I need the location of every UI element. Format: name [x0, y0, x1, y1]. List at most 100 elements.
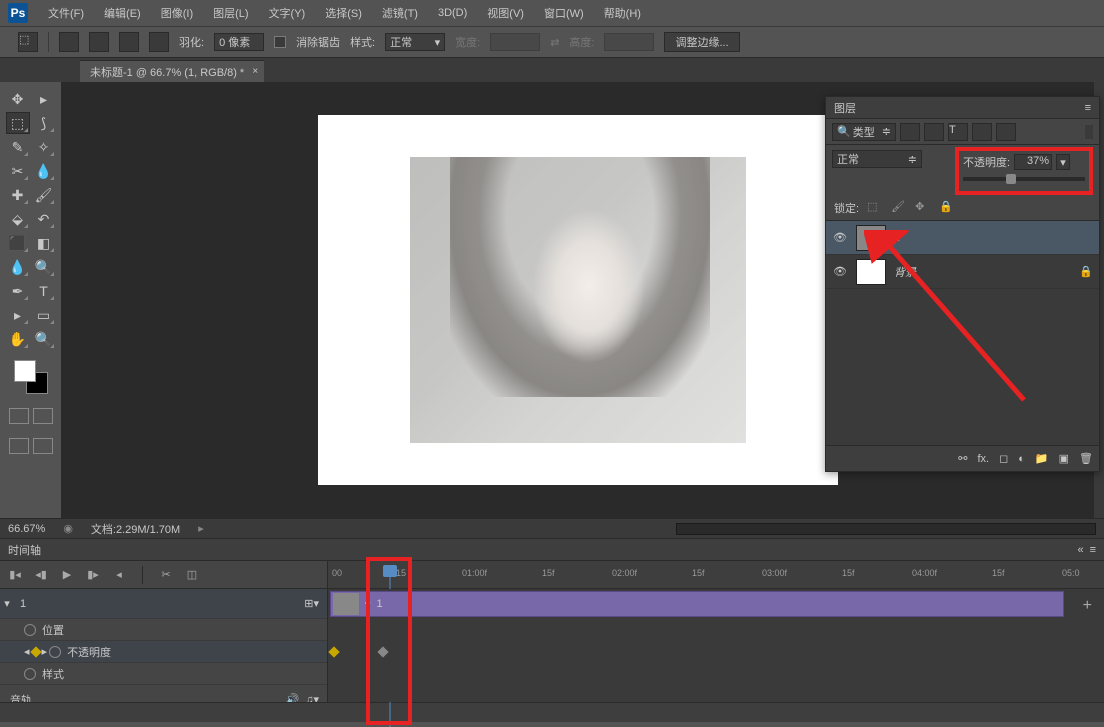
zoom-level[interactable]: 66.67%: [8, 523, 45, 535]
opacity-keyframe-track[interactable]: [328, 641, 1104, 663]
style-dropdown[interactable]: 正常▾: [385, 33, 445, 51]
play-button[interactable]: ▶: [60, 568, 74, 582]
screen-mode-2-icon[interactable]: [33, 438, 53, 454]
delete-layer-icon[interactable]: 🗑: [1079, 452, 1093, 465]
menu-edit[interactable]: 编辑(E): [96, 2, 149, 24]
layer-mask-icon[interactable]: ◻: [999, 452, 1008, 465]
lock-all-icon[interactable]: 🔒: [939, 200, 955, 216]
playhead[interactable]: [383, 565, 397, 577]
property-style-row[interactable]: 样式: [0, 663, 327, 685]
menu-type[interactable]: 文字(Y): [261, 2, 314, 24]
stopwatch-icon[interactable]: [49, 646, 61, 658]
filter-adjust-icon[interactable]: [924, 123, 944, 141]
timeline-track-area[interactable]: ▾ 1 +: [328, 589, 1104, 702]
menu-layer[interactable]: 图层(L): [205, 2, 256, 24]
menu-view[interactable]: 视图(V): [479, 2, 532, 24]
menu-window[interactable]: 窗口(W): [536, 2, 592, 24]
menu-3d[interactable]: 3D(D): [430, 4, 475, 22]
clip-expand-icon[interactable]: ▾: [359, 598, 377, 611]
filter-smart-icon[interactable]: [996, 123, 1016, 141]
panel-menu-icon[interactable]: ≡: [1090, 544, 1096, 556]
pen-tool[interactable]: ✒: [6, 280, 30, 302]
screen-mode-icon[interactable]: [9, 438, 29, 454]
blur-tool[interactable]: 💧: [6, 256, 30, 278]
quick-select-tool[interactable]: ✎: [6, 136, 30, 158]
filter-shape-icon[interactable]: [972, 123, 992, 141]
standard-mode-icon[interactable]: [9, 408, 29, 424]
crop-tool[interactable]: ✂: [6, 160, 30, 182]
quickmask-mode-icon[interactable]: [33, 408, 53, 424]
menu-filter[interactable]: 滤镜(T): [374, 2, 426, 24]
visibility-icon[interactable]: 👁: [832, 231, 848, 244]
brush-tool[interactable]: 🖌: [32, 184, 56, 206]
color-swatches[interactable]: [14, 360, 48, 394]
opacity-slider[interactable]: [963, 177, 1085, 181]
layer-thumbnail[interactable]: [856, 225, 886, 251]
lasso-tool[interactable]: ⟆: [32, 112, 56, 134]
document-tab[interactable]: 未标题-1 @ 66.7% (1, RGB/8) * ×: [80, 60, 264, 82]
menu-image[interactable]: 图像(I): [153, 2, 201, 24]
prev-frame-button[interactable]: ◂▮: [34, 568, 48, 582]
add-media-button[interactable]: +: [1083, 597, 1092, 615]
filter-type-icon[interactable]: T: [948, 123, 968, 141]
layers-tab-title[interactable]: 图层: [834, 100, 856, 116]
doc-indicator-icon[interactable]: ◉: [63, 522, 73, 535]
close-tab-icon[interactable]: ×: [252, 66, 258, 77]
opacity-input[interactable]: 37%: [1014, 154, 1052, 170]
antialias-checkbox[interactable]: [274, 36, 286, 48]
gradient-tool[interactable]: ◧: [32, 232, 56, 254]
marquee-tool[interactable]: ⬚: [6, 112, 30, 134]
lock-transparent-icon[interactable]: ⬚: [867, 200, 883, 216]
refine-edge-button[interactable]: 调整边缘...: [664, 32, 739, 52]
type-tool[interactable]: T: [32, 280, 56, 302]
filter-toggle[interactable]: [1085, 125, 1093, 139]
eraser-tool[interactable]: ⬛: [6, 232, 30, 254]
transition-button[interactable]: ◫: [185, 568, 199, 582]
artboard-tool[interactable]: ▸: [32, 88, 56, 110]
panel-collapse-icon[interactable]: «: [1077, 544, 1083, 556]
zoom-tool[interactable]: 🔍: [32, 328, 56, 350]
layer-name[interactable]: 1: [894, 232, 1093, 244]
audio-mute-button[interactable]: ◂: [112, 568, 126, 582]
history-brush-tool[interactable]: ↶: [32, 208, 56, 230]
intersect-selection-icon[interactable]: [149, 32, 169, 52]
dodge-tool[interactable]: 🔍: [32, 256, 56, 278]
menu-file[interactable]: 文件(F): [40, 2, 92, 24]
layer-group-icon[interactable]: 📁: [1035, 452, 1049, 465]
layer-name[interactable]: 背景: [894, 264, 1079, 280]
split-clip-button[interactable]: ✂: [159, 568, 173, 582]
property-opacity-row[interactable]: ◂▸ 不透明度: [0, 641, 327, 663]
opacity-dropdown-icon[interactable]: ▾: [1056, 154, 1070, 170]
goto-first-frame-button[interactable]: ▮◂: [8, 568, 22, 582]
track-options-icon[interactable]: ⊞▾: [304, 597, 319, 610]
shape-tool[interactable]: ▭: [32, 304, 56, 326]
next-keyframe-icon[interactable]: ▸: [42, 645, 48, 658]
timeline-ruler[interactable]: 00 15 01:00f 15f 02:00f 15f 03:00f 15f 0…: [328, 561, 1104, 588]
new-layer-icon[interactable]: ▣: [1059, 452, 1069, 465]
slider-thumb[interactable]: [1006, 174, 1016, 184]
adjustment-layer-icon[interactable]: ◐: [1018, 453, 1025, 465]
layer-thumbnail[interactable]: [856, 259, 886, 285]
new-selection-icon[interactable]: [59, 32, 79, 52]
stopwatch-icon[interactable]: [24, 624, 36, 636]
lock-image-icon[interactable]: 🖌: [891, 200, 907, 216]
eyedropper-tool[interactable]: 💧: [32, 160, 56, 182]
blend-mode-dropdown[interactable]: 正常≑: [832, 150, 922, 168]
path-select-tool[interactable]: ▸: [6, 304, 30, 326]
healing-tool[interactable]: ✚: [6, 184, 30, 206]
magic-wand-tool[interactable]: ✧: [32, 136, 56, 158]
tool-preset-icon[interactable]: ⬚: [18, 32, 38, 52]
menu-help[interactable]: 帮助(H): [596, 2, 649, 24]
feather-input[interactable]: 0 像素: [214, 33, 264, 51]
expand-icon[interactable]: ▾: [0, 597, 14, 610]
keyframe-marker[interactable]: [328, 646, 339, 657]
video-clip[interactable]: ▾ 1: [330, 591, 1064, 617]
layer-filter-dropdown[interactable]: 🔍类型≑: [832, 123, 896, 141]
keyframe-marker[interactable]: [377, 646, 388, 657]
panel-menu-icon[interactable]: ≡: [1085, 102, 1091, 114]
clone-tool[interactable]: ⬙: [6, 208, 30, 230]
visibility-icon[interactable]: 👁: [832, 265, 848, 278]
add-selection-icon[interactable]: [89, 32, 109, 52]
lock-position-icon[interactable]: ✥: [915, 200, 931, 216]
property-position-row[interactable]: 位置: [0, 619, 327, 641]
